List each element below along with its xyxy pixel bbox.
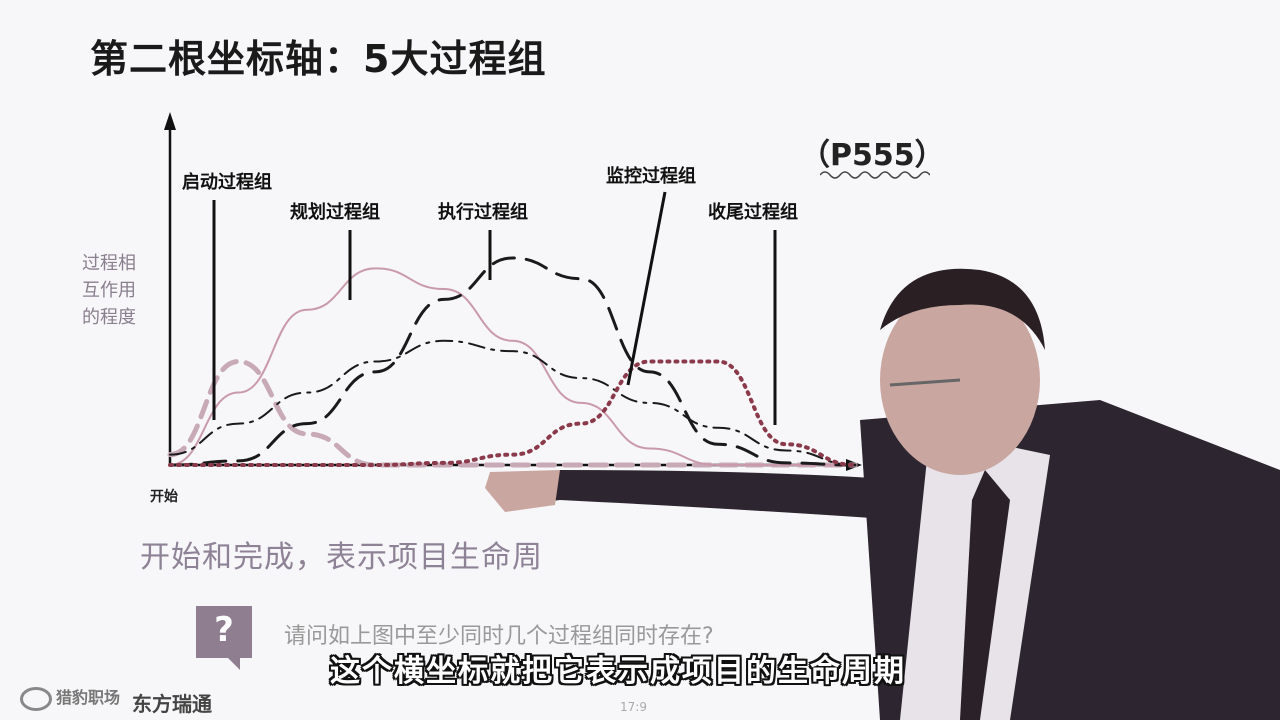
question-icon: ? <box>196 606 252 658</box>
video-subtitle: 这个横坐标就把它表示成项目的生命周期 <box>330 654 906 689</box>
logo-left: 猎豹职场 <box>20 684 120 711</box>
question-icon-tail <box>226 656 240 670</box>
page-number: 17:9 <box>620 700 647 714</box>
logo-left-text: 猎豹职场 <box>56 688 121 707</box>
logo-right: 东方瑞通 <box>132 692 212 716</box>
presenter-figure <box>485 268 1280 720</box>
caption-text: 开始和完成，表示项目生命周 <box>140 540 543 575</box>
question-mark: ? <box>214 610 234 650</box>
logo-mark-icon <box>20 686 52 711</box>
